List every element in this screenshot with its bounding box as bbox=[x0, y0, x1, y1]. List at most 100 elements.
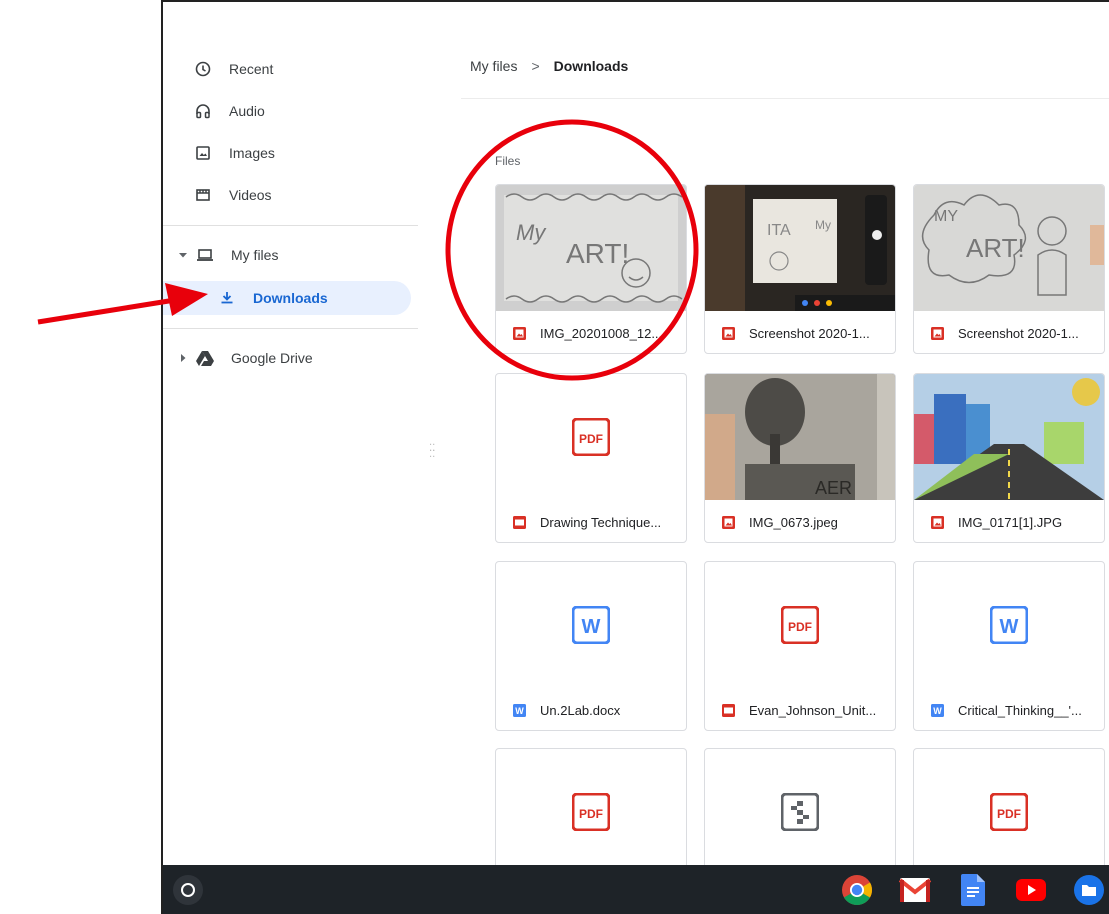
breadcrumb-downloads[interactable]: Downloads bbox=[554, 58, 629, 74]
sidebar-item-label: Recent bbox=[229, 61, 274, 77]
svg-text:W: W bbox=[582, 616, 601, 638]
svg-text:PDF: PDF bbox=[579, 432, 603, 446]
file-tile[interactable]: AER IMG_0673.jpeg bbox=[704, 373, 896, 543]
file-tile[interactable]: My ART! IMG_20201008_12... bbox=[495, 184, 687, 354]
svg-text:W: W bbox=[1000, 616, 1019, 638]
file-name: W Critical_Thinking__'... bbox=[930, 690, 1082, 730]
sidebar-item-audio[interactable]: Audio bbox=[193, 92, 265, 130]
gmail-icon[interactable] bbox=[899, 874, 931, 906]
file-tile[interactable]: MY ART! Screenshot 2020-1... bbox=[913, 184, 1105, 354]
svg-text:PDF: PDF bbox=[579, 807, 603, 821]
file-name-text: Un.2Lab.docx bbox=[540, 702, 621, 718]
file-name-text: IMG_20201008_12... bbox=[540, 325, 663, 341]
download-icon bbox=[217, 288, 237, 308]
sidebar-item-images[interactable]: Images bbox=[193, 134, 275, 172]
file-tile[interactable]: W W Critical_Thinking__'... bbox=[913, 561, 1105, 731]
sidebar-item-recent[interactable]: Recent bbox=[193, 50, 273, 88]
pdf-icon: PDF bbox=[572, 418, 610, 456]
sidebar-item-label: Audio bbox=[229, 103, 265, 119]
file-name-text: Drawing Technique... bbox=[540, 514, 662, 530]
svg-text:ITA: ITA bbox=[767, 222, 791, 239]
image-thumbnail: ITA My bbox=[705, 185, 895, 311]
annotation-arrow-shaft bbox=[37, 297, 176, 325]
file-tile[interactable]: ITA My Screenshot 2020-1... bbox=[704, 184, 896, 354]
breadcrumb-my-files[interactable]: My files bbox=[470, 58, 517, 74]
file-tile[interactable]: PDF bbox=[913, 748, 1105, 867]
headphones-icon bbox=[193, 101, 213, 121]
docs-icon[interactable] bbox=[957, 874, 989, 906]
sidebar-item-label: Videos bbox=[229, 187, 272, 203]
sidebar-divider bbox=[163, 225, 418, 226]
google-drive-icon bbox=[195, 348, 215, 368]
file-name: Screenshot 2020-1... bbox=[721, 313, 870, 353]
launcher-button[interactable] bbox=[173, 875, 203, 905]
archive-icon bbox=[781, 793, 819, 831]
file-name-text: IMG_0673.jpeg bbox=[749, 514, 838, 530]
file-name: IMG_20201008_12... bbox=[512, 313, 662, 353]
file-tile[interactable]: IMG_0171[1].JPG bbox=[913, 373, 1105, 543]
sidebar-item-label: Downloads bbox=[253, 290, 328, 306]
youtube-icon[interactable] bbox=[1015, 874, 1047, 906]
file-name: Screenshot 2020-1... bbox=[930, 313, 1079, 353]
svg-text:PDF: PDF bbox=[788, 620, 812, 634]
file-name-text: Screenshot 2020-1... bbox=[749, 325, 870, 341]
files-section-label: Files bbox=[495, 154, 521, 168]
word-doc-icon: W bbox=[990, 606, 1028, 644]
resize-handle[interactable]: ⁚⁚ ⁚⁚ bbox=[429, 444, 437, 464]
svg-text:My: My bbox=[815, 218, 831, 232]
file-name: IMG_0673.jpeg bbox=[721, 502, 838, 542]
svg-text:ART!: ART! bbox=[966, 233, 1025, 263]
files-app-icon[interactable] bbox=[1073, 874, 1105, 906]
file-name-text: Screenshot 2020-1... bbox=[958, 325, 1079, 341]
sidebar-divider bbox=[163, 328, 418, 329]
file-tile[interactable]: W W Un.2Lab.docx bbox=[495, 561, 687, 731]
image-thumbnail: MY ART! bbox=[914, 185, 1104, 311]
file-name-text: IMG_0171[1].JPG bbox=[958, 514, 1063, 530]
file-tile[interactable] bbox=[704, 748, 896, 867]
image-icon bbox=[193, 143, 213, 163]
svg-text:W: W bbox=[933, 706, 942, 716]
svg-text:My: My bbox=[516, 220, 547, 245]
word-doc-icon: W bbox=[572, 606, 610, 644]
sidebar-item-label: My files bbox=[231, 247, 279, 263]
files-app-window: Recent Audio Images Videos My files Down… bbox=[161, 0, 1109, 867]
breadcrumb: My files > Downloads bbox=[470, 58, 628, 74]
file-tile[interactable]: PDF bbox=[495, 748, 687, 867]
pdf-file-icon bbox=[721, 703, 735, 717]
breadcrumb-separator: > bbox=[531, 58, 540, 74]
svg-text:W: W bbox=[515, 706, 524, 716]
file-tile[interactable]: PDF Evan_Johnson_Unit... bbox=[704, 561, 896, 731]
word-file-icon: W bbox=[930, 703, 944, 717]
file-name-text: Evan_Johnson_Unit... bbox=[749, 702, 877, 718]
file-name: IMG_0171[1].JPG bbox=[930, 502, 1062, 542]
image-file-icon bbox=[721, 515, 735, 529]
image-file-icon bbox=[721, 326, 735, 340]
launcher-circle-icon bbox=[181, 883, 195, 897]
expand-arrow-icon[interactable] bbox=[177, 251, 189, 259]
file-name: Drawing Technique... bbox=[512, 502, 661, 542]
film-icon bbox=[193, 185, 213, 205]
sidebar-item-google-drive[interactable]: Google Drive bbox=[177, 339, 313, 377]
sidebar-item-my-files[interactable]: My files bbox=[177, 236, 278, 274]
pdf-file-icon bbox=[512, 515, 526, 529]
expand-arrow-icon[interactable] bbox=[177, 354, 189, 362]
svg-text:MY: MY bbox=[934, 208, 958, 225]
file-name-text: Critical_Thinking__'... bbox=[958, 702, 1082, 718]
shelf bbox=[161, 865, 1109, 914]
laptop-icon bbox=[195, 245, 215, 265]
file-name: Evan_Johnson_Unit... bbox=[721, 690, 876, 730]
file-name: W Un.2Lab.docx bbox=[512, 690, 620, 730]
sidebar-item-label: Google Drive bbox=[231, 350, 313, 366]
clock-icon bbox=[193, 59, 213, 79]
word-file-icon: W bbox=[512, 703, 526, 717]
image-thumbnail bbox=[914, 374, 1104, 500]
chrome-icon[interactable] bbox=[841, 874, 873, 906]
image-file-icon bbox=[512, 326, 526, 340]
sidebar-item-label: Images bbox=[229, 145, 275, 161]
sidebar-item-videos[interactable]: Videos bbox=[193, 176, 272, 214]
svg-text:PDF: PDF bbox=[997, 807, 1021, 821]
file-tile[interactable]: PDF Drawing Technique... bbox=[495, 373, 687, 543]
pdf-icon: PDF bbox=[990, 793, 1028, 831]
image-thumbnail: My ART! bbox=[496, 185, 686, 311]
sidebar-item-downloads[interactable]: Downloads bbox=[217, 279, 328, 317]
